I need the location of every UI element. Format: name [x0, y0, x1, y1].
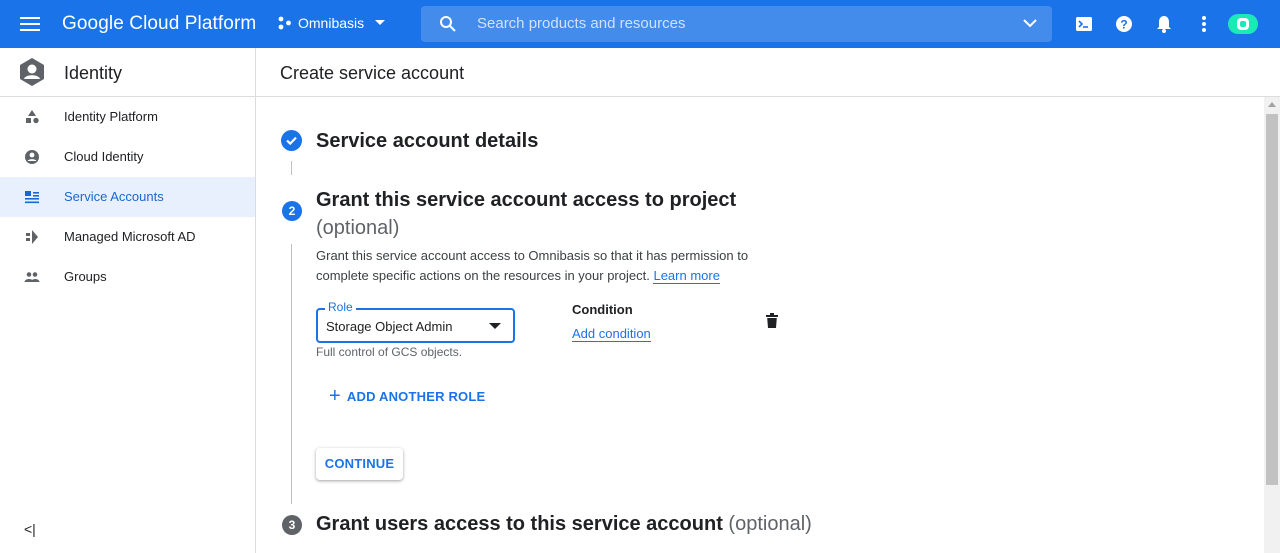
condition-label: Condition: [572, 302, 633, 317]
step3-number: 3: [282, 515, 302, 535]
add-condition-link[interactable]: Add condition: [572, 326, 651, 342]
add-role-label: ADD ANOTHER ROLE: [346, 388, 486, 404]
chevron-down-icon[interactable]: [1022, 17, 1038, 29]
add-another-role-button[interactable]: + ADD ANOTHER ROLE: [329, 385, 486, 407]
step3-title-text: Grant users access to this service accou…: [316, 513, 723, 535]
sidebar-item-label: Managed Microsoft AD: [64, 229, 196, 244]
step1-title[interactable]: Service account details: [316, 130, 538, 153]
more-vert-icon[interactable]: [1193, 13, 1215, 35]
collapse-sidebar-button[interactable]: <|: [24, 521, 36, 537]
menu-icon[interactable]: [20, 14, 42, 34]
sidebar-item-label: Cloud Identity: [64, 149, 144, 164]
help-icon[interactable]: ?: [1113, 13, 1135, 35]
groups-icon: [24, 272, 40, 282]
notifications-icon[interactable]: [1153, 13, 1175, 35]
step-connector: [291, 244, 292, 504]
page-header: Create service account: [256, 48, 1280, 97]
account-avatar[interactable]: [1228, 14, 1258, 34]
role-help-text: Full control of GCS objects.: [316, 345, 463, 359]
search-input[interactable]: Search products and resources: [477, 15, 685, 32]
svg-text:?: ?: [1120, 18, 1127, 32]
plus-icon: +: [329, 385, 341, 407]
sidebar-item-label: Identity Platform: [64, 109, 158, 124]
top-app-bar: Google Cloud Platform Omnibasis Search p…: [0, 0, 1280, 48]
stepper: Service account details 2 Grant this ser…: [256, 97, 1264, 553]
sidebar-item-identity-platform[interactable]: Identity Platform: [0, 97, 255, 137]
role-label: Role: [325, 300, 356, 314]
sidebar-item-service-accounts[interactable]: Service Accounts: [0, 177, 255, 217]
brand-title[interactable]: Google Cloud Platform: [62, 13, 256, 35]
sidebar-item-label: Service Accounts: [64, 189, 164, 204]
project-name: Omnibasis: [298, 15, 365, 31]
sidebar-item-groups[interactable]: Groups: [0, 257, 255, 297]
step-connector: [291, 161, 292, 175]
search-icon: [440, 16, 456, 32]
sidebar-item-label: Groups: [64, 269, 107, 284]
scroll-up-arrow-icon[interactable]: [1268, 102, 1276, 107]
step-complete-check-icon: [281, 130, 302, 151]
step2-number: 2: [282, 201, 302, 221]
step3-title[interactable]: Grant users access to this service accou…: [316, 513, 812, 536]
delete-role-icon[interactable]: [765, 313, 779, 329]
vertical-scrollbar[interactable]: [1264, 97, 1280, 553]
project-icon: [278, 16, 291, 30]
account-circle-icon: [25, 150, 39, 164]
managed-ad-icon: [26, 230, 38, 244]
scroll-thumb[interactable]: [1266, 114, 1278, 485]
project-dropdown-icon: [375, 20, 386, 25]
shapes-icon: [26, 110, 39, 124]
sidebar-header: Identity: [0, 48, 255, 97]
step3-optional: (optional): [728, 513, 812, 535]
search-bar[interactable]: Search products and resources: [421, 6, 1052, 42]
learn-more-link[interactable]: Learn more: [653, 268, 720, 284]
step2-title: Grant this service account access to pro…: [316, 186, 756, 242]
sidebar: Identity Identity Platform Cloud Identit…: [0, 48, 256, 553]
identity-logo-icon: [20, 58, 44, 86]
step2-description: Grant this service account access to Omn…: [316, 246, 766, 286]
continue-button[interactable]: CONTINUE: [316, 448, 403, 480]
sidebar-title: Identity: [64, 63, 123, 83]
sidebar-item-cloud-identity[interactable]: Cloud Identity: [0, 137, 255, 177]
role-value: Storage Object Admin: [326, 319, 453, 334]
role-select[interactable]: Role Storage Object Admin: [316, 300, 515, 343]
step2-title-text: Grant this service account access to pro…: [316, 189, 737, 211]
page-title: Create service account: [280, 63, 465, 83]
sidebar-item-managed-microsoft-ad[interactable]: Managed Microsoft AD: [0, 217, 255, 257]
step2-optional: (optional): [316, 217, 400, 239]
project-selector[interactable]: Omnibasis: [278, 15, 386, 31]
service-account-icon: [25, 191, 39, 204]
dropdown-arrow-icon: [489, 323, 501, 329]
cloud-shell-icon[interactable]: [1073, 13, 1095, 35]
